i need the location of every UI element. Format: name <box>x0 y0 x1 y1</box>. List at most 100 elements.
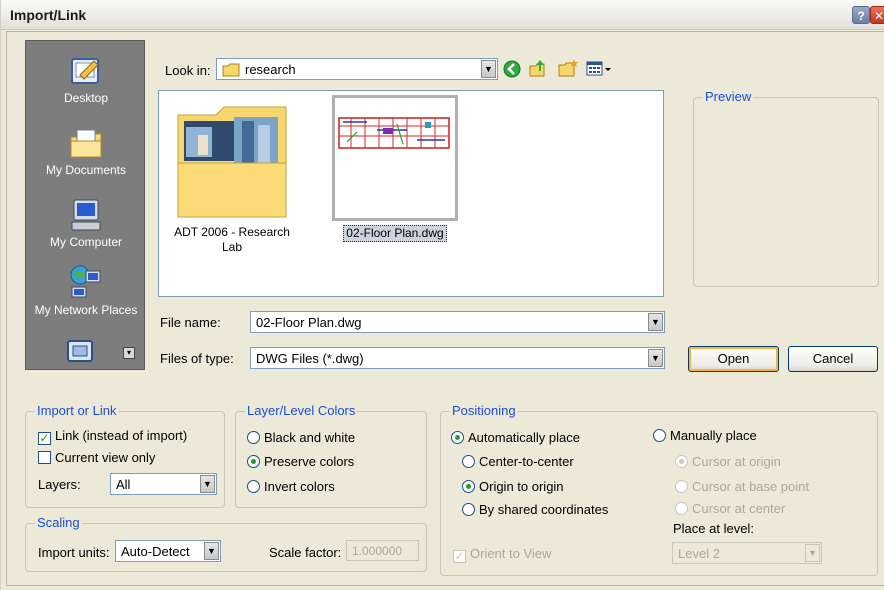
layers-dropdown[interactable]: All ▼ <box>110 473 217 495</box>
file-item-floor-plan[interactable]: 02-Floor Plan.dwg <box>330 95 460 242</box>
look-in-value: research <box>245 62 296 77</box>
chevron-down-icon[interactable]: ▼ <box>481 60 496 78</box>
cursor-at-center-radio[interactable]: Cursor at center <box>675 501 785 516</box>
my-computer-icon <box>71 199 101 231</box>
import-units-label: Import units: <box>38 545 110 560</box>
place-label: My Computer <box>49 235 123 249</box>
automatically-place-label: Automatically place <box>468 430 580 445</box>
preserve-colors-label: Preserve colors <box>264 454 355 469</box>
orient-to-view-label: Orient to View <box>470 546 552 561</box>
preview-panel: Preview <box>693 89 879 287</box>
places-bar: Desktop My Documents My Computer My Netw… <box>25 40 145 370</box>
places-scroll-down-icon[interactable]: ▾ <box>123 347 135 359</box>
group-title: Positioning <box>450 403 518 418</box>
file-item-folder[interactable]: ADT 2006 - Research Lab <box>167 99 297 255</box>
manually-place-label: Manually place <box>670 428 757 443</box>
radio-on-icon <box>451 431 464 444</box>
group-title: Scaling <box>35 515 82 530</box>
shared-coordinates-label: By shared coordinates <box>479 502 609 517</box>
orient-to-view-checkbox[interactable]: ✓ Orient to View <box>453 546 551 563</box>
radio-off-icon <box>653 429 666 442</box>
radio-on-icon <box>462 480 475 493</box>
scale-factor-input[interactable]: 1.000000 <box>346 540 419 561</box>
place-label: My Documents <box>45 163 127 177</box>
new-folder-icon[interactable] <box>557 58 579 78</box>
look-in-label: Look in: <box>165 63 211 78</box>
radio-on-icon <box>247 455 260 468</box>
desktop-icon <box>71 58 99 84</box>
preserve-colors-radio[interactable]: Preserve colors <box>247 454 354 469</box>
chevron-down-icon[interactable]: ▼ <box>648 313 663 331</box>
chevron-down-icon[interactable]: ▼ <box>805 544 820 562</box>
dwg-thumbnail <box>332 95 458 221</box>
dialog-title: Import/Link <box>10 7 87 23</box>
group-title: Layer/Level Colors <box>245 403 358 418</box>
file-type-value: DWG Files (*.dwg) <box>256 351 364 366</box>
open-button[interactable]: Open <box>688 346 779 372</box>
folder-icon <box>222 63 240 77</box>
my-network-places-icon <box>70 265 101 298</box>
checkbox-checked-icon: ✓ <box>453 549 466 563</box>
origin-to-origin-radio[interactable]: Origin to origin <box>462 479 564 494</box>
radio-off-icon <box>675 480 688 493</box>
back-icon[interactable] <box>503 60 521 78</box>
file-type-label: Files of type: <box>160 351 234 366</box>
place-my-documents[interactable]: My Documents <box>26 127 146 177</box>
automatically-place-radio[interactable]: Automatically place <box>451 430 580 445</box>
place-more[interactable] <box>66 337 94 365</box>
radio-off-icon <box>247 480 260 493</box>
place-my-network-places[interactable]: My Network Places <box>26 263 146 317</box>
file-list[interactable]: ADT 2006 - Research Lab 02-Floor Plan.dw… <box>158 90 664 297</box>
invert-colors-radio[interactable]: Invert colors <box>247 479 335 494</box>
cursor-at-origin-label: Cursor at origin <box>692 454 781 469</box>
radio-off-icon <box>462 455 475 468</box>
file-name-input[interactable]: 02-Floor Plan.dwg ▼ <box>250 311 665 333</box>
place-at-level-dropdown[interactable]: Level 2 ▼ <box>672 542 822 564</box>
scale-factor-value: 1.000000 <box>352 544 403 558</box>
help-button[interactable]: ? <box>852 6 870 24</box>
link-checkbox[interactable]: ✓ Link (instead of import) <box>38 428 187 445</box>
import-units-dropdown[interactable]: Auto-Detect ▼ <box>115 540 221 562</box>
close-button[interactable]: ✕ <box>870 6 884 24</box>
manually-place-radio[interactable]: Manually place <box>653 428 757 443</box>
floor-plan-thumbnail-icon <box>338 117 450 149</box>
current-view-only-checkbox[interactable]: Current view only <box>38 450 155 465</box>
import-link-dialog: Import/Link ? ✕ Desktop My Documents My … <box>0 0 884 590</box>
radio-off-icon <box>675 502 688 515</box>
place-at-level-value: Level 2 <box>678 546 720 561</box>
center-to-center-radio[interactable]: Center-to-center <box>462 454 574 469</box>
cancel-button[interactable]: Cancel <box>788 346 878 372</box>
file-type-dropdown[interactable]: DWG Files (*.dwg) ▼ <box>250 347 665 369</box>
folder-icon <box>177 106 287 218</box>
file-name-label: File name: <box>160 315 221 330</box>
radio-off-icon <box>462 503 475 516</box>
my-documents-icon <box>70 129 102 158</box>
chevron-down-icon[interactable]: ▼ <box>200 475 215 493</box>
file-name-value: 02-Floor Plan.dwg <box>256 315 362 330</box>
black-and-white-radio[interactable]: Black and white <box>247 430 355 445</box>
radio-off-icon <box>247 431 260 444</box>
center-to-center-label: Center-to-center <box>479 454 574 469</box>
cursor-at-base-point-radio[interactable]: Cursor at base point <box>675 479 809 494</box>
place-my-computer[interactable]: My Computer <box>26 197 146 249</box>
file-name: 02-Floor Plan.dwg <box>343 225 447 242</box>
look-in-dropdown[interactable]: research ▼ <box>216 58 498 80</box>
layers-value: All <box>116 477 131 492</box>
chevron-down-icon[interactable]: ▼ <box>648 349 663 367</box>
up-folder-icon[interactable] <box>528 58 548 78</box>
cursor-at-base-point-label: Cursor at base point <box>692 479 810 494</box>
radio-on-icon <box>675 455 688 468</box>
scale-factor-label: Scale factor: <box>269 545 342 560</box>
views-menu-icon[interactable] <box>586 60 612 78</box>
origin-to-origin-label: Origin to origin <box>479 479 564 494</box>
group-title: Import or Link <box>35 403 119 418</box>
preview-label: Preview <box>703 89 754 104</box>
chevron-down-icon[interactable]: ▼ <box>204 542 219 560</box>
cursor-at-origin-radio[interactable]: Cursor at origin <box>675 454 781 469</box>
file-name: ADT 2006 - Research <box>174 225 290 239</box>
cursor-at-center-label: Cursor at center <box>692 501 786 516</box>
place-label: Desktop <box>63 91 109 105</box>
checkbox-checked-icon: ✓ <box>38 431 51 445</box>
shared-coordinates-radio[interactable]: By shared coordinates <box>462 502 608 517</box>
place-desktop[interactable]: Desktop <box>26 53 146 105</box>
